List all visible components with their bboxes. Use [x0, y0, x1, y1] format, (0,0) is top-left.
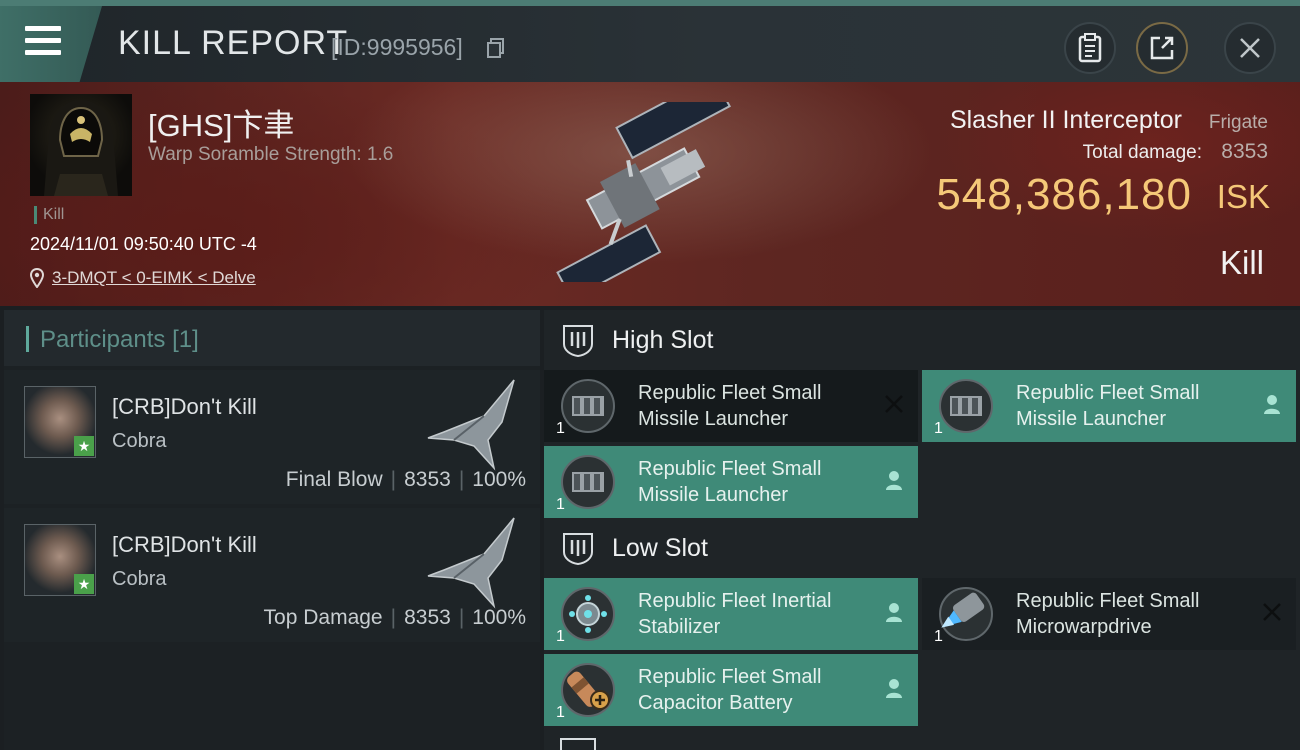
kill-result: Kill — [1219, 244, 1264, 281]
high-slot-icon — [563, 325, 593, 358]
participant-role: Final Blow — [285, 468, 383, 491]
location-pin-icon — [30, 268, 44, 288]
participant-damage: 8353 — [404, 468, 451, 491]
module-item[interactable]: 1 Republic Fleet Small Missile Launcher — [544, 446, 918, 518]
missile-launcher-icon-graphic — [561, 455, 615, 509]
location-link[interactable]: 3-DMQT < 0-EIMK < Delve — [52, 268, 256, 288]
fitting-panel: High Slot 1 Republic Fleet Small Missile… — [544, 310, 1300, 750]
victim-ship-name[interactable]: Slasher II Interceptor — [950, 106, 1182, 135]
participants-label: Participants — [40, 326, 166, 353]
destroyed-icon — [1260, 600, 1284, 624]
module-item[interactable]: 1 Republic Fleet Inertial Stabilizer — [544, 578, 918, 650]
high-slot-header: High Slot — [544, 310, 1300, 370]
victim-portrait-icon — [44, 100, 118, 196]
microwarpdrive-icon-graphic — [939, 587, 993, 641]
top-bar: KILL REPORT [ID:9995956] — [0, 0, 1300, 82]
inertial-stabilizer-icon-graphic — [561, 587, 615, 641]
module-name: Republic Fleet Small Missile Launcher — [638, 458, 822, 506]
victim-banner: [GHS]卞聿 Warp Soramble Strength: 1.6 Kill… — [0, 82, 1300, 306]
victim-ship-class: Frigate — [1208, 112, 1268, 133]
capacitor-battery-icon-graphic — [561, 663, 615, 717]
module-name: Republic Fleet Small Capacitor Battery — [638, 666, 822, 714]
menu-icon-line — [25, 50, 61, 55]
kill-tag: Kill — [34, 206, 64, 224]
user-icon — [882, 676, 906, 700]
clipboard-icon — [1078, 33, 1102, 63]
module-item[interactable]: 1 Republic Fleet Small Capacitor Battery — [544, 654, 918, 726]
module-quantity: 1 — [556, 704, 565, 721]
kill-timestamp: 2024/11/01 09:50:40 UTC -4 — [30, 234, 257, 254]
mid-slot-icon — [560, 738, 596, 750]
module-quantity: 1 — [556, 496, 565, 513]
module-name: Republic Fleet Small Missile Launcher — [1016, 382, 1200, 430]
module-quantity: 1 — [934, 420, 943, 437]
low-slot-title: Low Slot — [612, 534, 708, 562]
participant-percent: 100% — [472, 606, 526, 629]
star-icon: ★ — [74, 436, 94, 456]
low-slot-header: Low Slot — [544, 518, 1300, 578]
participant-damage: 8353 — [404, 606, 451, 629]
close-button[interactable] — [1224, 22, 1276, 74]
share-icon — [1150, 36, 1174, 60]
total-damage-label: Total damage: — [1082, 142, 1202, 163]
module-name: Republic Fleet Small Missile Launcher — [638, 382, 822, 430]
share-button[interactable] — [1136, 22, 1188, 74]
participant-row[interactable]: ★ [CRB]Don't Kill Cobra Final Blow | 8353 |… — [4, 370, 540, 504]
copy-icon[interactable] — [487, 38, 505, 58]
user-icon — [1260, 392, 1284, 416]
participant-ship: Cobra — [112, 430, 167, 452]
missile-launcher-icon — [558, 378, 618, 434]
participant-stats: Top Damage | 8353 | 100% — [263, 606, 526, 629]
participants-title: Participants [1] — [40, 326, 199, 354]
module-quantity: 1 — [556, 420, 565, 437]
page-title: KILL REPORT — [118, 24, 349, 62]
participants-panel: Participants [1] ★ [CRB]Don't Kill Cobra… — [4, 310, 540, 750]
close-icon — [1240, 38, 1260, 58]
participant-role: Top Damage — [263, 606, 383, 629]
microwarpdrive-icon — [936, 586, 996, 642]
victim-ship-image — [556, 102, 731, 282]
missile-launcher-icon — [558, 454, 618, 510]
participant-ship-image — [427, 379, 515, 471]
participant-ship-image — [427, 517, 515, 609]
report-id: [ID:9995956] — [331, 34, 463, 60]
module-item[interactable]: 1 Republic Fleet Small Missile Launcher — [922, 370, 1296, 442]
missile-launcher-icon-graphic — [939, 379, 993, 433]
isk-value: 548,386,180 — [936, 170, 1192, 219]
participant-row[interactable]: ★ [CRB]Don't Kill Cobra Top Damage | 8353 |… — [4, 508, 540, 642]
participant-percent: 100% — [472, 468, 526, 491]
module-name: Republic Fleet Small Microwarpdrive — [1016, 590, 1200, 638]
inertial-stabilizer-icon — [558, 586, 618, 642]
missile-launcher-icon — [936, 378, 996, 434]
high-slot-title: High Slot — [612, 326, 714, 354]
module-item[interactable]: 1 Republic Fleet Small Missile Launcher — [544, 370, 918, 442]
total-damage-value: 8353 — [1221, 140, 1268, 163]
module-name: Republic Fleet Inertial Stabilizer — [638, 590, 832, 638]
section-marker — [26, 326, 29, 352]
isk-unit: ISK — [1216, 178, 1270, 215]
low-slot-icon — [563, 533, 593, 566]
participant-name[interactable]: [CRB]Don't Kill — [112, 532, 257, 558]
module-quantity: 1 — [556, 628, 565, 645]
capacitor-battery-icon — [558, 662, 618, 718]
missile-launcher-icon-graphic — [561, 379, 615, 433]
victim-avatar[interactable] — [30, 94, 132, 196]
module-item[interactable]: 1 Republic Fleet Small Microwarpdrive — [922, 578, 1296, 650]
participant-stats: Final Blow | 8353 | 100% — [285, 468, 526, 491]
participants-count: [1] — [172, 326, 199, 353]
user-icon — [882, 600, 906, 624]
star-icon: ★ — [74, 574, 94, 594]
participants-header: Participants [1] — [4, 310, 540, 366]
clipboard-button[interactable] — [1064, 22, 1116, 74]
menu-icon-line — [25, 38, 61, 43]
victim-name[interactable]: [GHS]卞聿 — [148, 100, 294, 145]
destroyed-icon — [882, 392, 906, 416]
menu-icon — [25, 26, 61, 31]
user-icon — [882, 468, 906, 492]
warp-scramble-strength: Warp Soramble Strength: 1.6 — [148, 144, 394, 165]
participant-ship: Cobra — [112, 568, 167, 590]
menu-button[interactable] — [0, 6, 102, 82]
module-quantity: 1 — [934, 628, 943, 645]
participant-name[interactable]: [CRB]Don't Kill — [112, 394, 257, 420]
